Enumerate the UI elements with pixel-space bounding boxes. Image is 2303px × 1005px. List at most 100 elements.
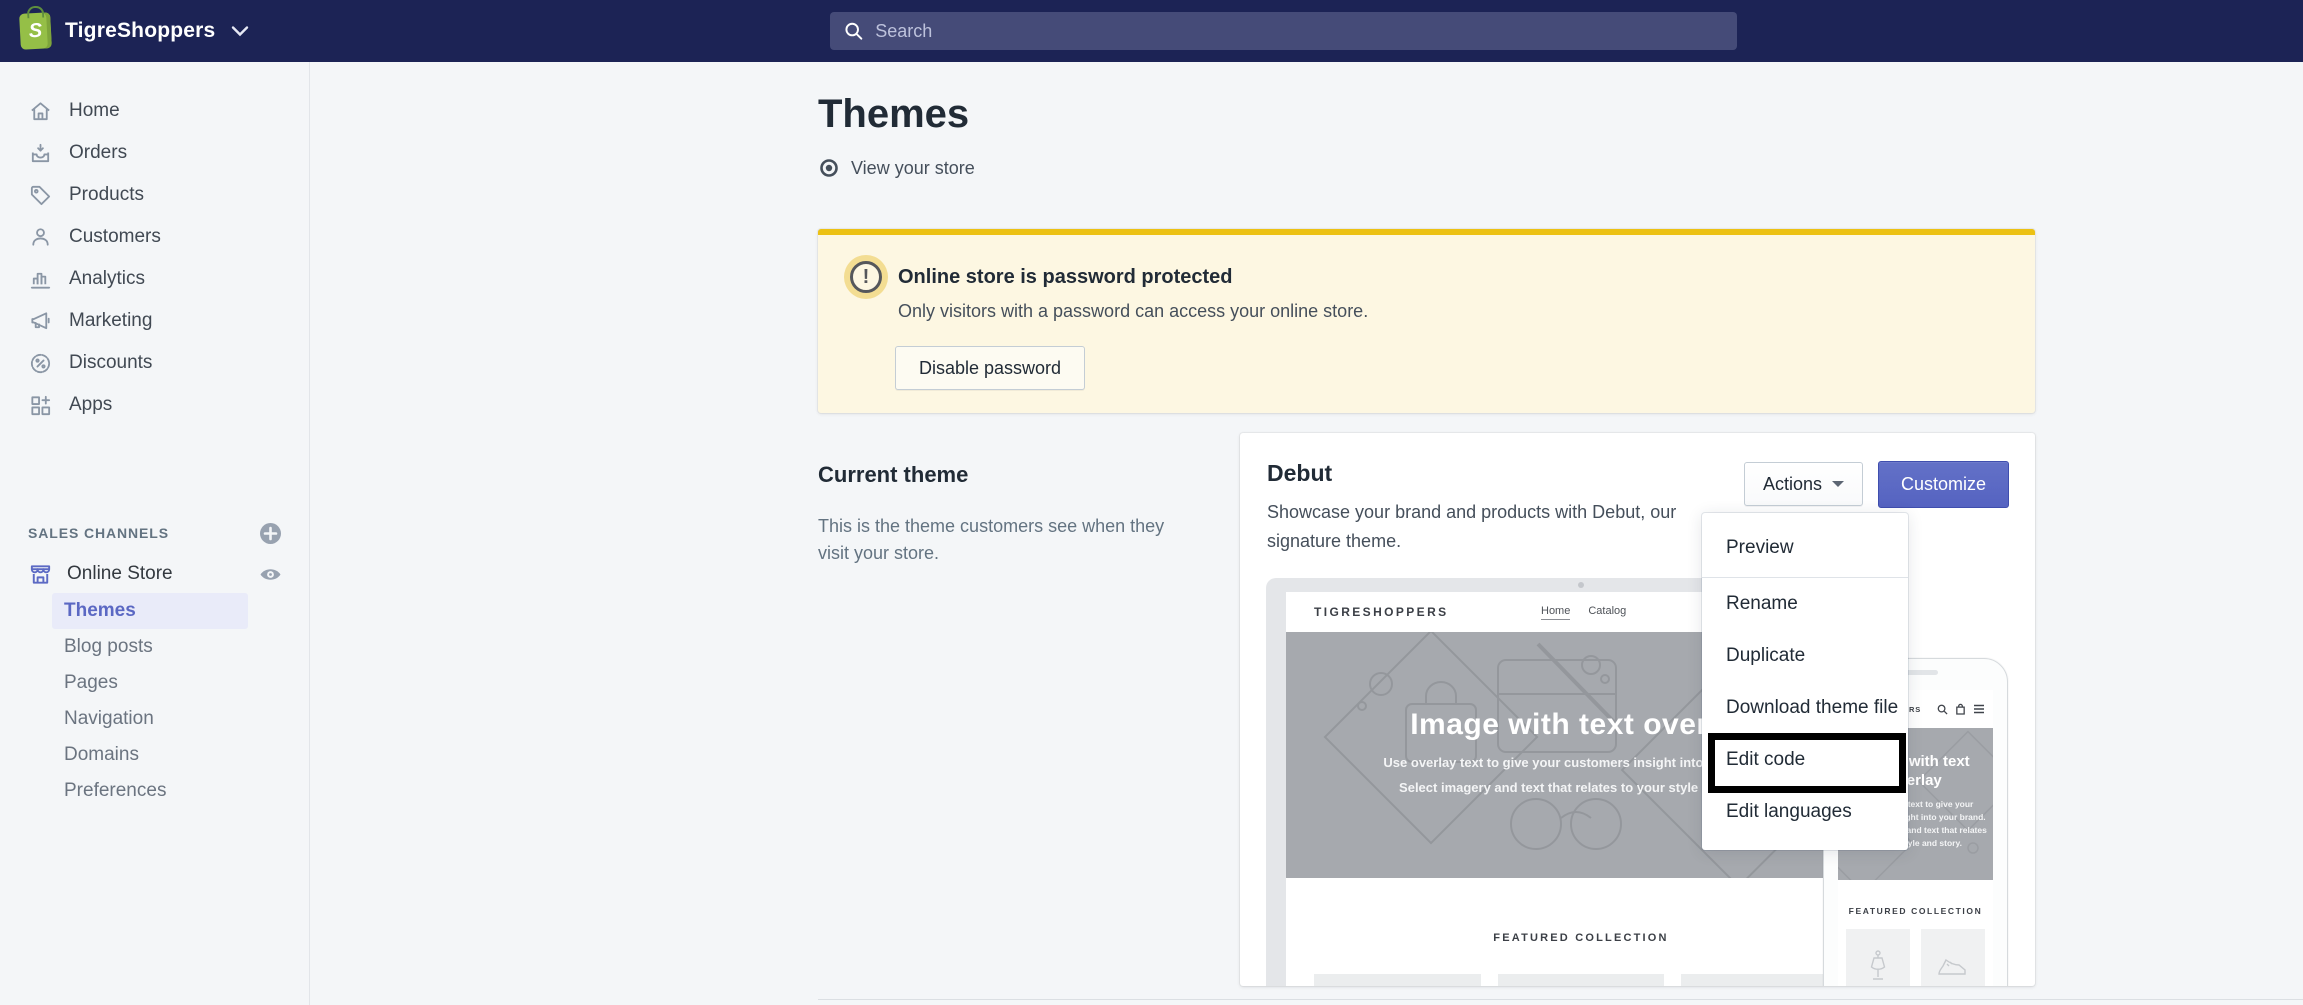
home-icon <box>28 99 53 124</box>
view-store-link[interactable]: View your store <box>818 157 975 179</box>
theme-name: Debut <box>1267 460 1332 487</box>
discount-icon <box>28 351 53 376</box>
password-warning-banner: ! Online store is password protected Onl… <box>818 229 2035 413</box>
menu-item-edit-code[interactable]: Edit code <box>1702 734 1908 786</box>
sidebar-item-apps[interactable]: Apps <box>0 384 309 426</box>
banner-body: Only visitors with a password can access… <box>898 301 1368 322</box>
sidebar-item-label: Discounts <box>69 352 152 374</box>
cart-bag-icon <box>1955 703 1966 715</box>
customize-button[interactable]: Customize <box>1878 461 2009 508</box>
person-icon <box>28 225 53 250</box>
add-channel-icon[interactable] <box>259 522 282 545</box>
hamburger-menu-icon <box>1973 704 1985 714</box>
theme-description: Showcase your brand and products with De… <box>1267 498 1727 556</box>
sales-channels-label: SALES CHANNELS <box>28 525 169 541</box>
section-title: Current theme <box>818 462 968 488</box>
mobile-product-tiles <box>1838 929 1993 986</box>
eye-icon[interactable] <box>259 566 282 583</box>
storefront-icon <box>28 562 53 587</box>
sidebar-item-discounts[interactable]: Discounts <box>0 342 309 384</box>
sidebar-item-customers[interactable]: Customers <box>0 216 309 258</box>
subnav-label: Domains <box>64 744 139 766</box>
search-icon <box>1937 704 1948 715</box>
sidebar: Home Orders Products Customers Analytics… <box>0 62 310 1005</box>
current-theme-card: Debut Showcase your brand and products w… <box>1240 433 2035 986</box>
online-store-subnav: Themes Blog posts Pages Navigation Domai… <box>0 593 310 809</box>
store-switcher[interactable]: S TigreShoppers <box>20 13 249 49</box>
sidebar-item-label: Analytics <box>69 268 145 290</box>
disable-password-button[interactable]: Disable password <box>895 346 1085 390</box>
sidebar-item-label: Orders <box>69 142 127 164</box>
storefront-nav-catalog: Catalog <box>1588 605 1626 620</box>
orders-icon <box>28 141 53 166</box>
menu-item-duplicate[interactable]: Duplicate <box>1702 630 1908 682</box>
sidebar-item-themes[interactable]: Themes <box>0 593 310 629</box>
camera-dot <box>1578 582 1584 588</box>
warning-icon: ! <box>850 261 882 293</box>
storefront-nav: Home Catalog <box>1541 605 1626 620</box>
menu-item-label: Download theme file <box>1726 697 1898 719</box>
menu-item-edit-languages[interactable]: Edit languages <box>1702 786 1908 838</box>
search-input[interactable] <box>875 21 1723 42</box>
sidebar-item-preferences[interactable]: Preferences <box>0 773 310 809</box>
section-divider <box>818 999 2303 1000</box>
search-icon <box>844 21 863 41</box>
sales-channels-header: SALES CHANNELS <box>0 520 310 546</box>
sidebar-item-label: Products <box>69 184 144 206</box>
mobile-header-icons <box>1937 703 1985 715</box>
sidebar-item-domains[interactable]: Domains <box>0 737 310 773</box>
storefront-brand: TIGRESHOPPERS <box>1314 605 1449 619</box>
storefront-nav-home: Home <box>1541 605 1570 620</box>
sidebar-item-label: Marketing <box>69 310 152 332</box>
product-tile <box>1921 929 1985 986</box>
megaphone-icon <box>28 309 53 334</box>
product-tile <box>1846 929 1910 986</box>
menu-item-rename[interactable]: Rename <box>1702 578 1908 630</box>
sidebar-item-orders[interactable]: Orders <box>0 132 309 174</box>
product-tile <box>1498 974 1665 986</box>
store-name: TigreShoppers <box>65 19 215 43</box>
subnav-label: Navigation <box>64 708 154 730</box>
product-tile <box>1314 974 1481 986</box>
sidebar-item-products[interactable]: Products <box>0 174 309 216</box>
tag-icon <box>28 183 53 208</box>
actions-button-label: Actions <box>1763 474 1822 495</box>
subnav-label: Pages <box>64 672 118 694</box>
sidebar-item-label: Home <box>69 100 120 122</box>
bar-chart-icon <box>28 267 53 292</box>
actions-menu: Preview Rename Duplicate Download theme … <box>1702 513 1908 850</box>
page-title: Themes <box>818 92 969 137</box>
sidebar-item-analytics[interactable]: Analytics <box>0 258 309 300</box>
view-store-label: View your store <box>851 158 975 179</box>
sidebar-item-label: Customers <box>69 226 161 248</box>
view-icon <box>818 157 840 179</box>
caret-down-icon <box>1832 481 1844 487</box>
shopify-logo-icon: S <box>19 12 52 50</box>
sidebar-item-label: Apps <box>69 394 112 416</box>
subnav-label: Blog posts <box>64 636 153 658</box>
product-tiles <box>1286 974 1876 986</box>
menu-item-label: Preview <box>1726 537 1794 559</box>
menu-item-label: Edit languages <box>1726 801 1852 823</box>
search-bar[interactable] <box>830 12 1737 50</box>
apps-icon <box>28 393 53 418</box>
section-description: This is the theme customers see when the… <box>818 513 1178 567</box>
actions-button[interactable]: Actions <box>1744 462 1863 506</box>
banner-title: Online store is password protected <box>898 266 1233 289</box>
sidebar-item-marketing[interactable]: Marketing <box>0 300 309 342</box>
menu-item-preview[interactable]: Preview <box>1702 519 1908 577</box>
sidebar-item-home[interactable]: Home <box>0 90 309 132</box>
featured-collection-label: FEATURED COLLECTION <box>1838 880 1993 916</box>
menu-item-download-theme-file[interactable]: Download theme file <box>1702 682 1908 734</box>
sneaker-icon <box>1937 956 1969 978</box>
chevron-down-icon <box>231 25 249 37</box>
sidebar-item-pages[interactable]: Pages <box>0 665 310 701</box>
main-nav: Home Orders Products Customers Analytics… <box>0 62 309 426</box>
online-store-label: Online Store <box>67 563 245 585</box>
sidebar-item-navigation[interactable]: Navigation <box>0 701 310 737</box>
menu-item-label: Rename <box>1726 593 1798 615</box>
sidebar-item-blog-posts[interactable]: Blog posts <box>0 629 310 665</box>
menu-item-label: Edit code <box>1726 749 1805 771</box>
sidebar-item-online-store[interactable]: Online Store <box>0 556 310 592</box>
subnav-label: Themes <box>64 600 136 622</box>
